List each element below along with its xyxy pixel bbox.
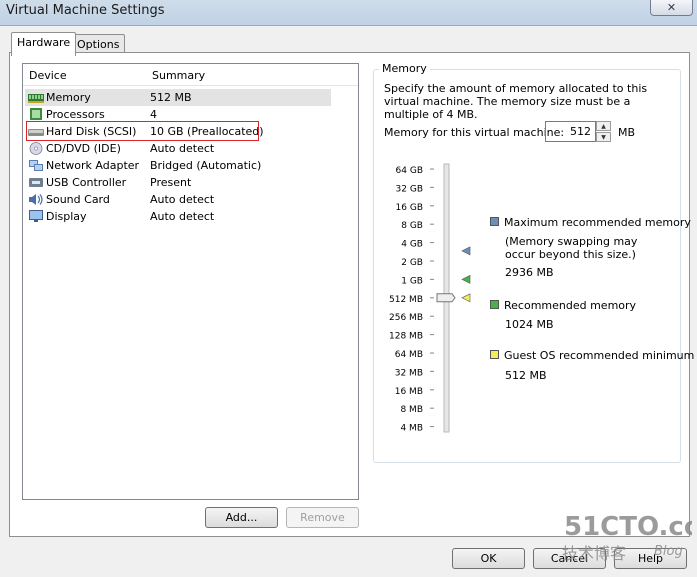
device-name: CD/DVD (IDE) bbox=[46, 142, 121, 155]
slider-tick-label: 256 MB bbox=[389, 313, 423, 323]
processor-icon bbox=[30, 108, 42, 120]
guest-min-value: 512 MB bbox=[505, 369, 547, 382]
device-name: Memory bbox=[46, 91, 91, 104]
device-summary: Auto detect bbox=[150, 142, 215, 155]
slider-tick-label: 8 GB bbox=[401, 221, 423, 231]
guest-min-label: Guest OS recommended minimum bbox=[504, 349, 695, 362]
network-adapter-icon bbox=[29, 160, 43, 171]
slider-tick-label: 4 MB bbox=[400, 424, 423, 434]
guest-min-marker bbox=[461, 293, 471, 303]
remove-button: Remove bbox=[286, 507, 359, 528]
hard-disk-icon bbox=[28, 129, 44, 136]
memory-spin-down[interactable]: ▼ bbox=[596, 132, 611, 142]
tab-hardware[interactable]: Hardware bbox=[11, 32, 77, 56]
ok-button[interactable]: OK bbox=[452, 548, 525, 569]
device-row-display[interactable]: Display Auto detect bbox=[23, 208, 358, 225]
tab-options-label: Options bbox=[77, 38, 120, 51]
chevron-up-icon: ▲ bbox=[601, 123, 606, 130]
watermark-main: 51CTO.com bbox=[564, 512, 692, 542]
max-recommended-label: Maximum recommended memory bbox=[504, 216, 691, 229]
max-recommended-legend-icon bbox=[490, 217, 499, 226]
device-cell: Processors bbox=[25, 106, 331, 123]
memory-description: Specify the amount of memory allocated t… bbox=[384, 82, 648, 121]
slider-tick-label: 1 GB bbox=[401, 276, 423, 286]
device-summary: 4 bbox=[150, 108, 157, 121]
device-summary: Auto detect bbox=[150, 210, 215, 223]
slider-tick-label: 4 GB bbox=[401, 240, 423, 250]
slider-tick-label: 16 MB bbox=[395, 387, 423, 397]
max-recommended-note: (Memory swapping may occur beyond this s… bbox=[505, 235, 638, 261]
device-name: Display bbox=[46, 210, 87, 223]
device-name: Network Adapter bbox=[46, 159, 140, 172]
device-name: Processors bbox=[46, 108, 105, 121]
guest-min-legend-icon bbox=[490, 350, 499, 359]
list-header: Device Summary bbox=[23, 64, 358, 86]
usb-icon bbox=[29, 178, 43, 187]
speaker-icon bbox=[29, 194, 43, 205]
device-row-cd-dvd[interactable]: CD/DVD (IDE) Auto detect bbox=[23, 140, 358, 157]
memory-spin-up[interactable]: ▲ bbox=[596, 121, 611, 131]
close-icon: ✕ bbox=[666, 1, 677, 14]
device-row-sound-card[interactable]: Sound Card Auto detect bbox=[23, 191, 358, 208]
max-recommended-value: 2936 MB bbox=[505, 266, 554, 279]
slider-tick-label: 32 MB bbox=[395, 368, 423, 378]
device-list[interactable]: Device Summary Memory 512 MB Processors … bbox=[22, 63, 359, 500]
title-bar: Virtual Machine Settings ✕ bbox=[0, 0, 697, 24]
slider-tick-label: 128 MB bbox=[389, 332, 423, 342]
device-row-network-adapter[interactable]: Network Adapter Bridged (Automatic) bbox=[23, 157, 358, 174]
memory-icon bbox=[28, 94, 44, 103]
slider-tick-label: 64 MB bbox=[395, 350, 423, 360]
slider-tick-label: 2 GB bbox=[401, 258, 423, 268]
watermark-sub: 技术博客 bbox=[562, 544, 626, 563]
chevron-down-icon: ▼ bbox=[601, 134, 606, 141]
device-summary: 10 GB (Preallocated) bbox=[150, 125, 264, 138]
device-name: Sound Card bbox=[46, 193, 110, 206]
close-button[interactable]: ✕ bbox=[650, 0, 693, 16]
device-row-usb-controller[interactable]: USB Controller Present bbox=[23, 174, 358, 191]
memory-group-title: Memory bbox=[379, 62, 430, 75]
slider-tick-label: 8 MB bbox=[400, 405, 423, 415]
recommended-label: Recommended memory bbox=[504, 299, 637, 312]
device-summary: Bridged (Automatic) bbox=[150, 159, 262, 172]
monitor-icon bbox=[29, 210, 43, 222]
slider-tick-label: 64 GB bbox=[396, 166, 423, 176]
device-row-hard-disk[interactable]: Hard Disk (SCSI) 10 GB (Preallocated) bbox=[23, 123, 358, 140]
slider-tick-label: 16 GB bbox=[396, 203, 423, 213]
slider-thumb[interactable] bbox=[436, 293, 456, 303]
memory-slider[interactable]: 64 GB 32 GB 16 GB 8 GB 4 GB 2 GB 1 GB 512 MB 256… bbox=[380, 160, 490, 440]
device-row-processors[interactable]: Processors 4 bbox=[23, 106, 358, 123]
memory-field-label: Memory for this virtual machine: bbox=[384, 126, 565, 139]
max-recommended-marker bbox=[461, 246, 471, 256]
watermark: 51CTO.com 技术博客 Blog bbox=[562, 512, 692, 563]
slider-tick-label: 32 GB bbox=[396, 184, 423, 194]
recommended-value: 1024 MB bbox=[505, 318, 554, 331]
device-summary: Auto detect bbox=[150, 193, 215, 206]
column-header-summary[interactable]: Summary bbox=[152, 69, 205, 82]
slider-tick-label: 512 MB bbox=[389, 295, 423, 305]
device-name: Hard Disk (SCSI) bbox=[46, 125, 137, 138]
tab-hardware-label: Hardware bbox=[17, 36, 71, 49]
device-summary: 512 MB bbox=[150, 91, 192, 104]
recommended-marker bbox=[461, 274, 471, 284]
memory-input[interactable]: 512 bbox=[545, 121, 596, 142]
device-summary: Present bbox=[150, 176, 192, 189]
add-button[interactable]: Add... bbox=[205, 507, 278, 528]
cd-dvd-icon bbox=[29, 142, 43, 155]
device-row-memory[interactable]: Memory 512 MB bbox=[23, 89, 358, 106]
memory-unit: MB bbox=[618, 126, 636, 139]
column-header-device[interactable]: Device bbox=[29, 69, 67, 82]
device-name: USB Controller bbox=[46, 176, 127, 189]
window-title: Virtual Machine Settings bbox=[6, 3, 165, 18]
watermark-blog: Blog bbox=[654, 544, 683, 559]
recommended-legend-icon bbox=[490, 300, 499, 309]
